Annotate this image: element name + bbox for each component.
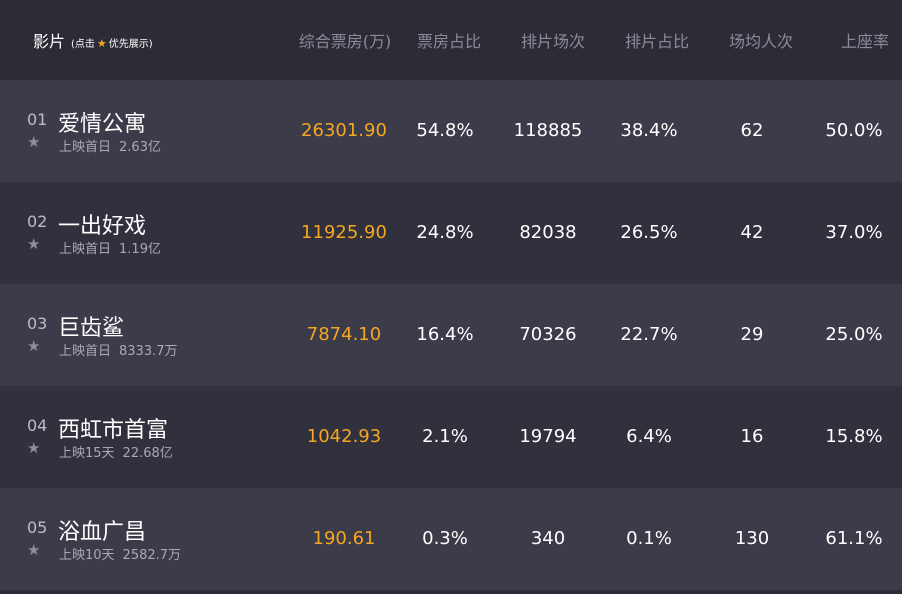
header-occupancy[interactable]: 上座率 [813, 28, 902, 52]
table-header: 影片 (点击 ★ 优先展示) 综合票房(万) 票房占比 排片场次 排片占比 场均人次… [0, 0, 902, 80]
film-title[interactable]: 巨齿鲨 [58, 310, 124, 342]
avg-people-cell: 16 [740, 426, 764, 447]
star-icon: ★ [96, 37, 107, 50]
film-title[interactable]: 一出好戏 [58, 208, 146, 240]
screen-share-cell: 38.4% [620, 120, 678, 141]
header-box-office[interactable]: 综合票房(万) [293, 28, 397, 52]
favorite-star-icon[interactable]: ★ [27, 541, 40, 559]
release-day: 上映首日 [59, 140, 112, 155]
screen-share-cell: 22.7% [620, 324, 678, 345]
favorite-star-icon[interactable]: ★ [27, 235, 40, 253]
table-row[interactable]: 03 巨齿鲨 ★ 上映首日 8333.7万 7874.10 16.4% 70326 22.7% 2… [0, 284, 902, 386]
occupancy-cell: 61.1% [825, 528, 883, 549]
release-info: 上映15天 22.68亿 [59, 442, 173, 461]
box-office-cell: 7874.10 [306, 324, 382, 345]
avg-people-cell: 42 [740, 222, 764, 243]
rank-number: 04 [27, 416, 48, 435]
release-day: 上映15天 [59, 446, 115, 461]
box-office-cell: 11925.90 [301, 222, 387, 243]
release-day: 上映10天 [59, 548, 115, 563]
release-day: 上映首日 [59, 344, 112, 359]
table-row[interactable]: 02 一出好戏 ★ 上映首日 1.19亿 11925.90 24.8% 82038 26.5% 4… [0, 182, 902, 284]
cumulative-total: 1.19亿 [119, 242, 161, 257]
rank-number: 03 [27, 314, 48, 333]
cumulative-total: 8333.7万 [119, 344, 178, 359]
release-info: 上映首日 8333.7万 [59, 340, 178, 359]
box-office-cell: 26301.90 [301, 120, 387, 141]
rank-number: 05 [27, 518, 48, 537]
box-office-table: 影片 (点击 ★ 优先展示) 综合票房(万) 票房占比 排片场次 排片占比 场均人次… [0, 0, 902, 590]
rank-number: 02 [27, 212, 48, 231]
favorite-star-icon[interactable]: ★ [27, 133, 40, 151]
priority-hint-prefix: (点击 [71, 39, 95, 50]
film-header-label: 影片 [33, 32, 66, 51]
priority-hint: (点击 ★ 优先展示) [71, 35, 153, 50]
release-info: 上映首日 2.63亿 [59, 136, 161, 155]
favorite-star-icon[interactable]: ★ [27, 439, 40, 457]
box-share-cell: 0.3% [422, 528, 468, 549]
header-box-share[interactable]: 票房占比 [397, 28, 501, 52]
screenings-cell: 118885 [513, 120, 583, 141]
release-info: 上映首日 1.19亿 [59, 238, 161, 257]
occupancy-cell: 25.0% [825, 324, 883, 345]
cumulative-total: 22.68亿 [122, 446, 173, 461]
release-day: 上映首日 [59, 242, 112, 257]
film-title[interactable]: 浴血广昌 [58, 514, 146, 546]
table-row[interactable]: 04 西虹市首富 ★ 上映15天 22.68亿 1042.93 2.1% 19794 6.4% 1… [0, 386, 902, 488]
screen-share-cell: 0.1% [626, 528, 672, 549]
priority-hint-suffix: 优先展示) [108, 39, 153, 50]
occupancy-cell: 15.8% [825, 426, 883, 447]
header-screenings[interactable]: 排片场次 [501, 28, 605, 52]
film-title[interactable]: 爱情公寓 [58, 106, 146, 138]
screenings-cell: 70326 [519, 324, 577, 345]
cumulative-total: 2582.7万 [122, 548, 182, 563]
table-row[interactable]: 05 浴血广昌 ★ 上映10天 2582.7万 190.61 0.3% 340 0.1% 130 6… [0, 488, 902, 590]
film-column-header[interactable]: 影片 (点击 ★ 优先展示) [33, 28, 153, 52]
avg-people-cell: 130 [734, 528, 770, 549]
screen-share-cell: 26.5% [620, 222, 678, 243]
table-row[interactable]: 01 爱情公寓 ★ 上映首日 2.63亿 26301.90 54.8% 118885 38.4%… [0, 80, 902, 182]
cumulative-total: 2.63亿 [119, 140, 161, 155]
box-office-cell: 1042.93 [306, 426, 382, 447]
box-office-cell: 190.61 [312, 528, 376, 549]
film-title[interactable]: 西虹市首富 [58, 412, 168, 444]
box-share-cell: 2.1% [422, 426, 468, 447]
rank-number: 01 [27, 110, 48, 129]
avg-people-cell: 62 [740, 120, 764, 141]
screenings-cell: 19794 [519, 426, 577, 447]
box-share-cell: 24.8% [416, 222, 474, 243]
screen-share-cell: 6.4% [626, 426, 672, 447]
header-avg-people[interactable]: 场均人次 [709, 28, 813, 52]
box-share-cell: 54.8% [416, 120, 474, 141]
release-info: 上映10天 2582.7万 [59, 544, 181, 563]
header-screen-share[interactable]: 排片占比 [605, 28, 709, 52]
screenings-cell: 340 [530, 528, 566, 549]
avg-people-cell: 29 [740, 324, 764, 345]
favorite-star-icon[interactable]: ★ [27, 337, 40, 355]
occupancy-cell: 37.0% [825, 222, 883, 243]
occupancy-cell: 50.0% [825, 120, 883, 141]
box-share-cell: 16.4% [416, 324, 474, 345]
screenings-cell: 82038 [519, 222, 577, 243]
